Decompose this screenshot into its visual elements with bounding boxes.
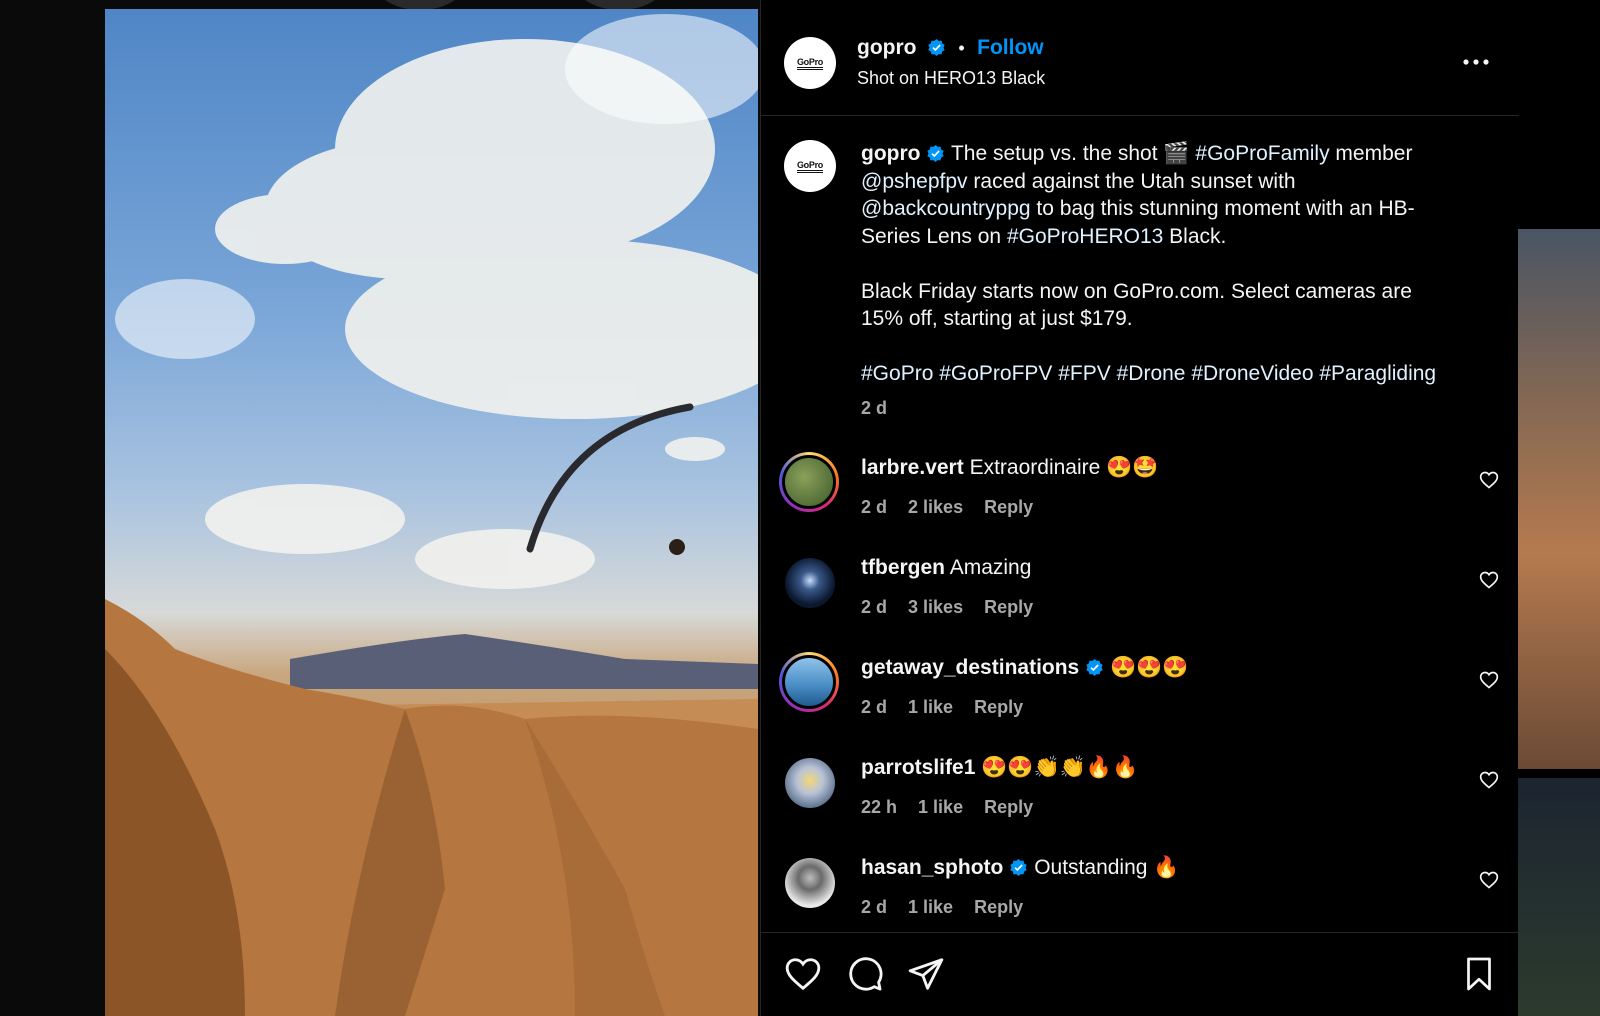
comment-meta: 2 d 1 like Reply	[861, 697, 1039, 718]
comment-time[interactable]: 2 d	[861, 497, 887, 517]
commenter-avatar[interactable]	[785, 858, 835, 908]
comment-username[interactable]: getaway_destinations	[861, 656, 1079, 679]
heart-icon[interactable]	[1479, 770, 1499, 790]
comment-text: 😍😍👏👏🔥🔥	[981, 756, 1139, 779]
verified-badge-icon	[928, 38, 945, 57]
gopro-logo: GoPro	[796, 160, 823, 173]
verified-badge-icon	[927, 144, 945, 163]
next-post-peek[interactable]	[1518, 0, 1600, 1016]
comment-likes[interactable]: 1 like	[908, 897, 953, 917]
comment-username[interactable]: parrotslife1	[861, 756, 975, 779]
post-action-bar	[761, 932, 1519, 1016]
post-side-panel: GoPro gopro • Follow Shot on HERO13 Blac…	[760, 0, 1519, 1016]
header-title-row: gopro • Follow	[857, 36, 1044, 60]
comment-body: larbre.vert Extraordinaire 😍🤩	[861, 456, 1158, 480]
caption-text: 15% off, starting at just $179.	[861, 307, 1133, 330]
comment-username[interactable]: larbre.vert	[861, 456, 964, 479]
comment-time[interactable]: 2 d	[861, 597, 887, 617]
comment-text: 😍😍😍	[1110, 656, 1189, 679]
peek-image	[1518, 778, 1600, 1016]
caption-text: Black Friday starts now on GoPro.com. Se…	[861, 279, 1412, 303]
mention-link[interactable]: @backcountryppg	[861, 197, 1031, 220]
author-username[interactable]: gopro	[857, 36, 916, 59]
heart-icon[interactable]	[783, 955, 823, 993]
comment-username[interactable]: tfbergen	[861, 556, 945, 579]
comment-item: hasan_sphoto Outstanding 🔥 2 d 1 like Re…	[779, 852, 1499, 932]
comment-item: tfbergen Amazing 2 d 3 likes Reply	[779, 552, 1499, 632]
comment-meta: 2 d 2 likes Reply	[861, 497, 1049, 518]
caption-text: Black.	[1163, 224, 1227, 248]
caption-author-avatar[interactable]: GoPro	[784, 140, 836, 192]
commenter-avatar[interactable]	[779, 452, 839, 512]
verified-badge-icon	[1086, 658, 1103, 677]
caption-author[interactable]: gopro	[861, 142, 920, 165]
more-horizontal-icon[interactable]	[1463, 56, 1489, 68]
heart-icon[interactable]	[1479, 470, 1499, 490]
comment-body: parrotslife1 😍😍👏👏🔥🔥	[861, 756, 1138, 780]
post-caption: gopro The setup vs. the shot 🎬 #GoProFam…	[861, 140, 1471, 422]
caption-timestamp[interactable]: 2 d	[861, 398, 887, 418]
commenter-avatar[interactable]	[785, 558, 835, 608]
comment-meta: 22 h 1 like Reply	[861, 797, 1049, 818]
dot-separator: •	[958, 38, 965, 58]
comment-likes[interactable]: 1 like	[908, 697, 953, 717]
media-illustration	[105, 14, 758, 1016]
caption-text: raced against the Utah sunset with	[967, 169, 1296, 193]
comment-username[interactable]: hasan_sphoto	[861, 856, 1003, 879]
hashtag-list[interactable]: #GoPro #GoProFPV #FPV #Drone #DroneVideo…	[861, 362, 1436, 385]
post-header: GoPro gopro • Follow Shot on HERO13 Blac…	[761, 0, 1519, 116]
heart-icon[interactable]	[1479, 570, 1499, 590]
comment-body: tfbergen Amazing	[861, 556, 1031, 580]
post-media[interactable]	[105, 9, 758, 1016]
comment-likes[interactable]: 1 like	[918, 797, 963, 817]
caption-text: member	[1329, 142, 1413, 165]
follow-button[interactable]: Follow	[977, 36, 1044, 59]
comment-time[interactable]: 2 d	[861, 697, 887, 717]
reply-button[interactable]: Reply	[974, 697, 1023, 717]
commenter-avatar[interactable]	[785, 758, 835, 808]
comment-meta: 2 d 3 likes Reply	[861, 597, 1049, 618]
comment-icon[interactable]	[845, 955, 885, 993]
comment-body: hasan_sphoto Outstanding 🔥	[861, 856, 1179, 880]
comment-text: Amazing	[949, 556, 1032, 579]
heart-icon[interactable]	[1479, 870, 1499, 890]
caption-text: Series Lens on	[861, 224, 1007, 248]
commenter-avatar[interactable]	[779, 652, 839, 712]
caption-text: The setup vs. the shot 🎬	[950, 142, 1196, 165]
comment-body: getaway_destinations 😍😍😍	[861, 656, 1189, 680]
send-icon[interactable]	[906, 955, 946, 993]
heart-icon[interactable]	[1479, 670, 1499, 690]
reply-button[interactable]: Reply	[984, 797, 1033, 817]
bookmark-icon[interactable]	[1461, 955, 1497, 993]
comment-item: getaway_destinations 😍😍😍 2 d 1 like Repl…	[779, 652, 1499, 732]
comment-likes[interactable]: 2 likes	[908, 497, 963, 517]
hashtag-link[interactable]: #GoProHERO13	[1007, 225, 1163, 248]
comment-text: Extraordinaire 😍🤩	[969, 456, 1159, 479]
comment-text: Outstanding 🔥	[1034, 856, 1180, 879]
peek-image	[1518, 229, 1600, 769]
comment-meta: 2 d 1 like Reply	[861, 897, 1039, 918]
gopro-logo: GoPro	[796, 57, 823, 70]
reply-button[interactable]: Reply	[984, 497, 1033, 517]
caption-text: to bag this stunning moment with an HB-	[1030, 197, 1415, 220]
author-avatar[interactable]: GoPro	[784, 37, 836, 89]
comment-item: parrotslife1 😍😍👏👏🔥🔥 22 h 1 like Reply	[779, 752, 1499, 832]
reply-button[interactable]: Reply	[974, 897, 1023, 917]
comment-time[interactable]: 2 d	[861, 897, 887, 917]
comment-time[interactable]: 22 h	[861, 797, 897, 817]
post-subtitle: Shot on HERO13 Black	[857, 68, 1046, 88]
mention-link[interactable]: @pshepfpv	[861, 170, 968, 193]
reply-button[interactable]: Reply	[984, 597, 1033, 617]
hashtag-link[interactable]: #GoProFamily	[1195, 142, 1329, 165]
verified-badge-icon	[1010, 858, 1028, 877]
comment-likes[interactable]: 3 likes	[908, 597, 963, 617]
comment-item: larbre.vert Extraordinaire 😍🤩 2 d 2 like…	[779, 452, 1499, 532]
